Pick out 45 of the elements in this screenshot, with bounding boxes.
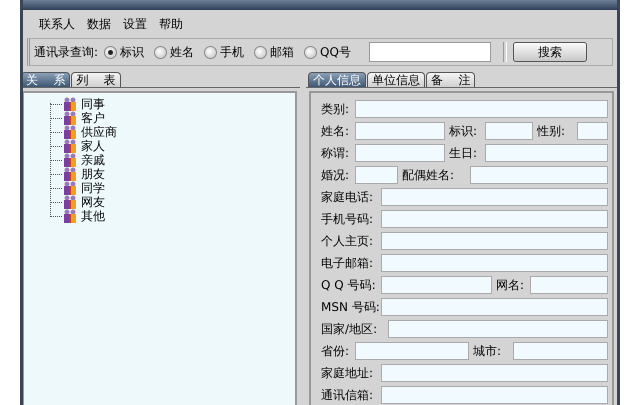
field-label: 性别:: [536, 122, 566, 140]
field-label: 国家/地区:: [320, 320, 378, 338]
radio-option[interactable]: 邮箱: [254, 44, 294, 60]
tree-item[interactable]: 朋友: [81, 166, 105, 182]
tab[interactable]: 备 注: [426, 72, 476, 87]
field-label: 生日:: [448, 144, 478, 162]
tree-item[interactable]: 同事: [81, 96, 105, 112]
radio-option[interactable]: 姓名: [154, 44, 194, 60]
tree-item[interactable]: 家人: [81, 138, 105, 154]
field-label: 婚况:: [320, 166, 350, 184]
field-label: 配偶姓名:: [401, 166, 456, 184]
tree-item[interactable]: 其他: [81, 208, 105, 224]
field-label: 家庭地址:: [320, 364, 374, 382]
tree-item[interactable]: 客户: [81, 110, 105, 126]
field-label: 称谓:: [320, 144, 350, 162]
field-label: 标识:: [448, 122, 478, 140]
radio-option[interactable]: QQ号: [304, 44, 351, 60]
tree-item[interactable]: 网友: [81, 194, 105, 210]
field-label: Q Q 号码:: [320, 276, 377, 294]
field-label: 城市:: [472, 342, 502, 360]
menu-item[interactable]: 联系人: [39, 16, 75, 32]
tree-item[interactable]: 供应商: [81, 124, 117, 140]
menu-item[interactable]: 帮助: [159, 16, 183, 32]
tab[interactable]: 关 系: [23, 72, 70, 87]
menu-item[interactable]: 数据: [87, 16, 111, 32]
field-label: 个人主页:: [320, 232, 374, 250]
tree-item[interactable]: 亲戚: [81, 152, 105, 168]
search-button[interactable]: 搜索: [512, 42, 587, 62]
field-label: 电子邮箱:: [320, 254, 374, 272]
tree-item[interactable]: 同学: [81, 180, 105, 196]
field-label: 手机号码:: [320, 210, 374, 228]
radio-option[interactable]: 手机: [204, 44, 244, 60]
radio-option[interactable]: 标识: [104, 44, 144, 60]
field-label: 网名:: [495, 276, 526, 294]
field-label: 类别:: [320, 100, 350, 118]
field-label: 省份:: [320, 342, 350, 360]
field-label: 家庭电话:: [320, 188, 374, 206]
tab[interactable]: 列 表: [71, 72, 121, 87]
search-label: 通讯录查询:: [34, 44, 98, 60]
field-label: 通讯信箱:: [320, 386, 374, 404]
tab[interactable]: 个人信息: [308, 72, 366, 87]
field-label: MSN 号码:: [320, 298, 380, 316]
menu-item[interactable]: 设置: [123, 16, 147, 32]
field-label: 姓名:: [320, 122, 350, 140]
tab[interactable]: 单位信息: [367, 72, 426, 87]
